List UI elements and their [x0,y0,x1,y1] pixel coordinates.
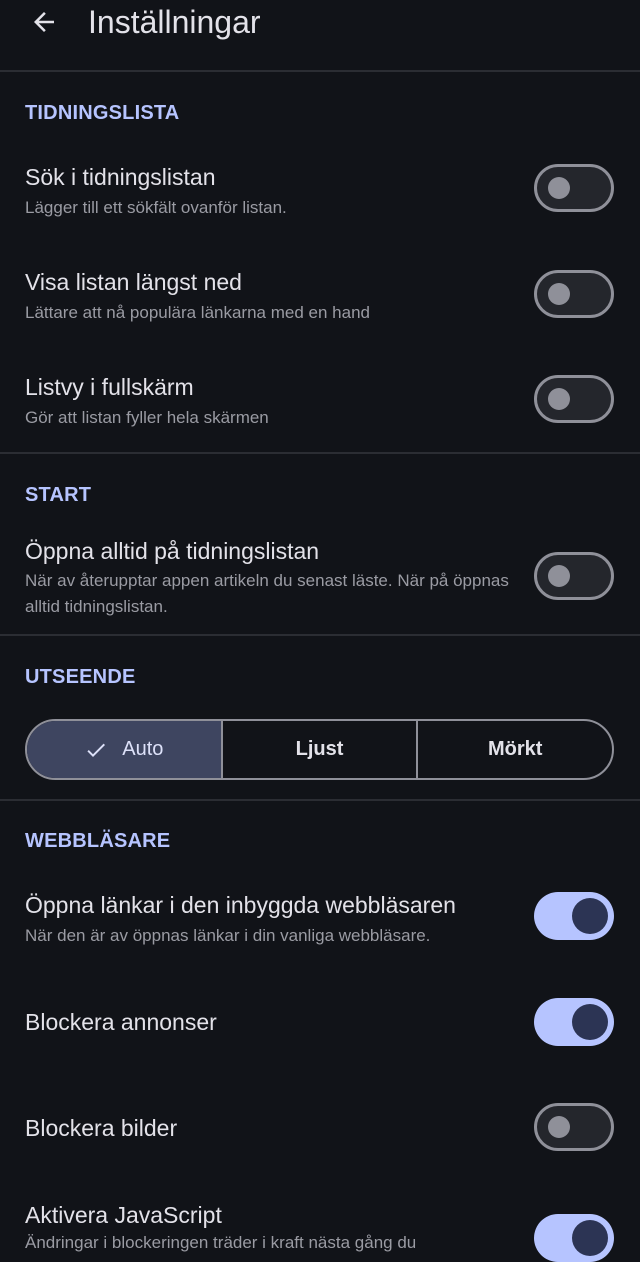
setting-subtitle: Lägger till ett sökfält ovanför listan. [25,198,287,217]
toggle-knob [572,898,608,934]
toggle-knob [548,565,570,587]
top-app-bar: Inställningar [0,0,640,72]
setting-title: Öppna länkar i den inbyggda webbläsaren [25,892,456,918]
block-images-toggle[interactable] [534,1103,614,1151]
toggle-knob [548,388,570,410]
section-header-newspaper-list: TIDNINGSLISTA [25,102,180,124]
theme-option-dark[interactable]: Mörkt [416,721,612,778]
page-title: Inställningar [88,4,261,40]
toggle-knob [548,177,570,199]
section-divider [0,452,640,454]
theme-segmented-control: Auto Ljust Mörkt [25,719,614,780]
check-icon [84,738,108,762]
toggle-knob [572,1220,608,1256]
theme-option-label: Mörkt [487,738,543,760]
setting-title: Blockera bilder [25,1115,178,1141]
fullscreen-list-toggle[interactable] [534,375,614,423]
theme-option-label: Ljust [295,738,344,760]
theme-option-light[interactable]: Ljust [220,721,417,778]
inapp-browser-toggle[interactable] [534,892,614,940]
toggle-knob [548,1116,570,1138]
always-open-list-toggle[interactable] [534,552,614,600]
setting-subtitle: När av återupptar appen artikeln du sena… [25,571,509,616]
setting-title: Sök i tidningslistan [25,164,216,190]
section-divider [0,799,640,801]
list-bottom-toggle[interactable] [534,270,614,318]
setting-title: Aktivera JavaScript [25,1202,222,1228]
theme-option-label: Auto [122,738,164,760]
setting-title: Visa listan längst ned [25,269,242,295]
search-list-toggle[interactable] [534,164,614,212]
theme-option-auto[interactable]: Auto [27,721,221,778]
section-header-start: START [25,484,92,506]
setting-subtitle: Lättare att nå populära länkarna med en … [25,303,370,322]
setting-title: Listvy i fullskärm [25,374,194,400]
javascript-toggle[interactable] [534,1214,614,1262]
setting-title: Blockera annonser [25,1009,217,1035]
section-header-appearance: UTSEENDE [25,666,136,688]
setting-subtitle: När den är av öppnas länkar i din vanlig… [25,926,431,945]
back-button[interactable] [22,0,66,44]
section-divider [0,634,640,636]
setting-subtitle: Ändringar i blockeringen träder i kraft … [25,1233,417,1252]
toggle-knob [572,1004,608,1040]
setting-title: Öppna alltid på tidningslistan [25,538,320,564]
setting-subtitle: Gör att listan fyller hela skärmen [25,408,269,427]
toggle-knob [548,283,570,305]
section-header-browser: WEBBLÄSARE [25,830,171,852]
arrow-left-icon [34,12,54,32]
block-ads-toggle[interactable] [534,998,614,1046]
